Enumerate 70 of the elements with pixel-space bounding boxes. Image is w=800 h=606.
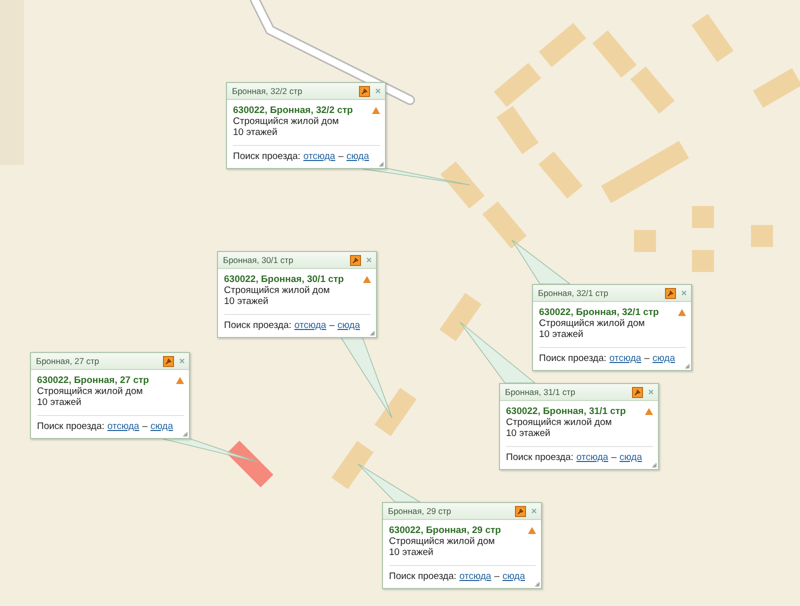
route-to-link[interactable]: сюда [502,571,525,582]
pin-button[interactable] [350,254,361,266]
popup-title: Бронная, 32/1 стр [538,288,610,298]
pin-button[interactable] [665,288,676,298]
floors-count: 10 этажей [37,397,82,408]
description: Строящийся жилой дом [506,417,613,428]
floors-count: 10 этажей [389,547,434,558]
resize-grip-icon[interactable] [651,462,657,468]
address: 630022, Бронная, 30/1 стр [224,274,344,285]
route-label: Поиск проезда: [224,320,292,331]
address: 630022, Бронная, 29 стр [389,525,501,536]
address: 630022, Бронная, 32/2 стр [233,105,353,116]
popup-title: Бронная, 31/1 стр [505,387,576,397]
route-label: Поиск проезда: [539,353,606,364]
dash: – [644,353,650,364]
route-to-link[interactable]: сюда [337,320,360,331]
popup-title: Бронная, 32/2 стр [232,86,304,96]
resize-grip-icon[interactable] [684,363,690,369]
popup-title: Бронная, 29 стр [388,506,452,516]
warning-icon [372,107,380,114]
pin-button[interactable] [515,506,526,516]
building [692,206,714,228]
building [692,250,714,272]
pin-button[interactable] [632,386,643,398]
description: Строящийся жилой дом [389,536,496,547]
route-from-link[interactable]: отсюда [459,571,492,582]
description: Строящийся жилой дом [37,386,144,397]
route-from-link[interactable]: отсюда [609,353,642,364]
warning-icon [528,527,536,534]
route-from-link[interactable]: отсюда [303,151,336,162]
resize-grip-icon[interactable] [378,161,384,167]
route-from-link[interactable]: отсюда [107,421,140,432]
route-label: Поиск проезда: [389,571,456,582]
dash: – [329,320,334,331]
resize-grip-icon[interactable] [369,330,375,336]
warning-icon [176,377,184,384]
address: 630022, Бронная, 32/1 стр [539,307,659,318]
route-from-link[interactable]: отсюда [294,320,326,331]
route-to-link[interactable]: сюда [150,421,173,432]
route-label: Поиск проезда: [233,151,300,162]
dash: – [494,571,500,582]
dash: – [142,421,148,432]
description: Строящийся жилой дом [539,318,646,329]
description: Строящийся жилой дом [233,116,340,127]
dash: – [338,151,344,162]
route-label: Поиск проезда: [506,452,574,463]
description: Строящийся жилой дом [224,285,331,296]
floors-count: 10 этажей [539,329,584,340]
route-to-link[interactable]: сюда [619,452,642,463]
pin-button[interactable] [163,356,174,366]
route-to-link[interactable]: сюда [652,353,675,364]
floors-count: 10 этажей [233,127,278,138]
popup-title: Бронная, 30/1 стр [223,255,294,265]
floors-count: 10 этажей [224,296,270,307]
popup-title: Бронная, 27 стр [36,356,100,366]
route-to-link[interactable]: сюда [346,151,369,162]
address: 630022, Бронная, 31/1 стр [506,406,626,417]
pin-button[interactable] [359,86,370,96]
resize-grip-icon[interactable] [534,581,540,587]
address: 630022, Бронная, 27 стр [37,375,149,386]
route-from-link[interactable]: отсюда [576,452,608,463]
building [634,230,656,252]
warning-icon [645,408,653,415]
resize-grip-icon[interactable] [182,431,188,437]
warning-icon [678,309,686,316]
route-label: Поиск проезда: [37,421,104,432]
warning-icon [363,276,371,283]
floors-count: 10 этажей [506,428,552,439]
dash: – [611,452,616,463]
building [751,225,773,247]
